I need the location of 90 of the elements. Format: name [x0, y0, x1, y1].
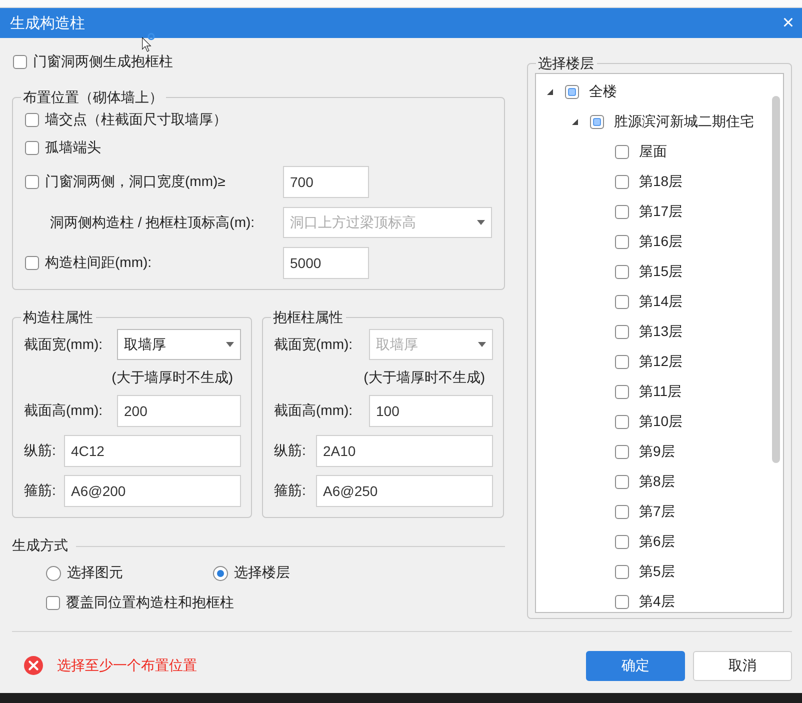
- cancel-button[interactable]: 取消: [693, 651, 792, 681]
- floor-item[interactable]: 第7层: [615, 503, 675, 521]
- hint-text: (大于墙厚时不生成): [110, 368, 234, 387]
- floor-item[interactable]: 第10层: [615, 413, 683, 431]
- floor-item[interactable]: 第17层: [615, 203, 683, 221]
- field-label: 截面宽(mm):: [24, 336, 103, 354]
- checkbox[interactable]: [615, 235, 629, 249]
- field-label: 洞两侧构造柱 / 抱框柱顶标高(m):: [49, 214, 256, 232]
- input-field[interactable]: 700: [283, 166, 369, 198]
- group-title: 布置位置（砌体墙上）: [21, 88, 166, 106]
- floor-item[interactable]: 第8层: [615, 473, 675, 491]
- hint-text: (大于墙厚时不生成): [362, 368, 486, 387]
- confirm-button[interactable]: 确定: [586, 651, 685, 681]
- floor-item[interactable]: 第11层: [615, 383, 682, 401]
- field-label: 纵筋:: [274, 442, 306, 460]
- group-title: 构造柱属性: [21, 308, 96, 326]
- checkbox[interactable]: [615, 265, 629, 279]
- scrollbar[interactable]: [772, 96, 780, 463]
- checkbox[interactable]: [615, 505, 629, 519]
- dropdown[interactable]: 取墙厚: [117, 329, 241, 360]
- checkbox[interactable]: [565, 85, 579, 99]
- floor-item[interactable]: 第13层: [615, 323, 683, 341]
- floor-item[interactable]: 第16层: [615, 233, 683, 251]
- expand-toggle-icon[interactable]: [545, 87, 555, 97]
- field-label: 截面宽(mm):: [274, 336, 353, 354]
- section-title: 生成方式: [12, 537, 68, 555]
- radio-button[interactable]: [46, 566, 61, 580]
- option-checkbox[interactable]: 墙交点（柱截面尺寸取墙厚）: [25, 111, 227, 129]
- group-title: 选择楼层: [536, 54, 597, 72]
- floor-item[interactable]: 屋面: [615, 143, 667, 161]
- input-field[interactable]: 200: [117, 395, 241, 427]
- radio-button[interactable]: [213, 566, 228, 580]
- floor-item[interactable]: 第9层: [615, 443, 675, 461]
- checkbox[interactable]: [25, 141, 39, 155]
- checkbox[interactable]: [615, 175, 629, 189]
- busy-cursor-icon: [140, 31, 158, 52]
- input-field[interactable]: 2A10: [316, 435, 493, 467]
- option-checkbox[interactable]: 覆盖同位置构造柱和抱框柱: [46, 594, 234, 612]
- option-checkbox[interactable]: 门窗洞两侧，洞口宽度(mm)≥: [25, 173, 283, 191]
- caret-icon: [226, 342, 234, 347]
- input-field[interactable]: 5000: [283, 246, 369, 278]
- field-label: 截面高(mm):: [24, 402, 103, 420]
- option-checkbox[interactable]: 孤墙端头: [25, 139, 101, 157]
- floor-item[interactable]: 全楼: [565, 83, 617, 101]
- floor-item[interactable]: 第6层: [615, 533, 675, 551]
- checkbox[interactable]: [615, 295, 629, 309]
- caret-icon: [478, 342, 486, 347]
- input-field[interactable]: 100: [369, 395, 493, 427]
- checkbox[interactable]: [590, 115, 604, 129]
- floor-item[interactable]: 第12层: [615, 353, 683, 371]
- floor-item[interactable]: 第4层: [615, 593, 675, 611]
- checkbox[interactable]: [13, 55, 27, 69]
- checkbox[interactable]: [615, 475, 629, 489]
- checkbox[interactable]: [615, 205, 629, 219]
- checkbox[interactable]: [46, 596, 60, 610]
- radio-option[interactable]: 选择图元: [46, 564, 213, 582]
- floor-item[interactable]: 第14层: [615, 293, 683, 311]
- checkbox[interactable]: [615, 535, 629, 549]
- floor-item[interactable]: 胜源滨河新城二期住宅: [590, 113, 754, 131]
- checkbox[interactable]: [615, 445, 629, 459]
- floor-item[interactable]: 第15层: [615, 263, 683, 281]
- close-button[interactable]: ×: [782, 13, 794, 33]
- input-field[interactable]: A6@250: [316, 475, 493, 507]
- expand-toggle-icon[interactable]: [570, 117, 580, 127]
- checkbox[interactable]: [615, 145, 629, 159]
- floor-item[interactable]: 第5层: [615, 563, 675, 581]
- radio-option[interactable]: 选择楼层: [213, 564, 290, 582]
- checkbox[interactable]: [615, 385, 629, 399]
- window-title: 生成构造柱: [10, 14, 85, 32]
- checkbox[interactable]: [615, 355, 629, 369]
- error-icon: [24, 656, 43, 675]
- checkbox[interactable]: [615, 595, 629, 609]
- field-label: 截面高(mm):: [274, 402, 353, 420]
- error-message: 选择至少一个布置位置: [57, 656, 197, 674]
- floor-item[interactable]: 第18层: [615, 173, 683, 191]
- checkbox[interactable]: [615, 565, 629, 579]
- option-checkbox[interactable]: 构造柱间距(mm):: [25, 254, 283, 272]
- input-field[interactable]: A6@200: [64, 475, 241, 507]
- checkbox[interactable]: [25, 175, 39, 189]
- group-title: 抱框柱属性: [271, 308, 346, 326]
- input-field[interactable]: 4C12: [64, 435, 241, 467]
- checkbox[interactable]: [615, 415, 629, 429]
- caret-icon: [477, 220, 485, 225]
- checkbox[interactable]: [25, 256, 39, 270]
- option-checkbox[interactable]: 门窗洞两侧生成抱框柱: [13, 53, 173, 71]
- checkbox[interactable]: [25, 113, 39, 127]
- field-label: 纵筋:: [24, 442, 56, 460]
- checkbox[interactable]: [615, 325, 629, 339]
- field-label: 箍筋:: [24, 482, 56, 500]
- field-label: 箍筋:: [274, 482, 306, 500]
